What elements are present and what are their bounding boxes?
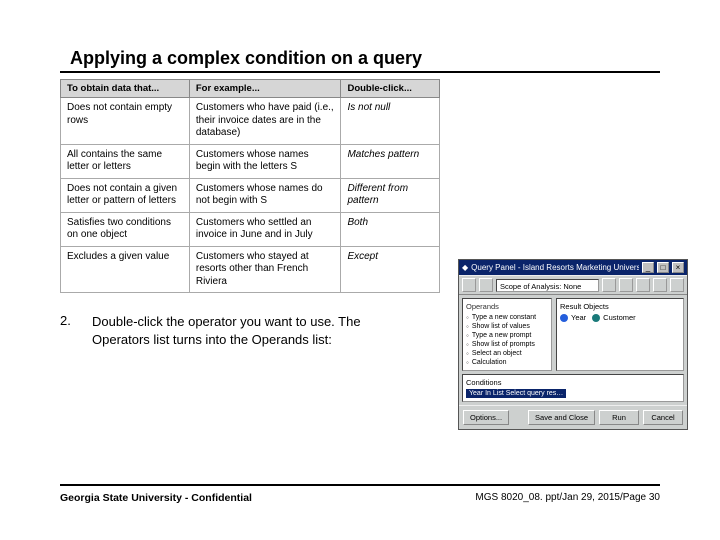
slide-title: Applying a complex condition on a query bbox=[60, 48, 660, 69]
window-title: Query Panel - Island Resorts Marketing U… bbox=[471, 263, 639, 272]
options-button[interactable]: Options... bbox=[463, 410, 509, 425]
close-button[interactable]: × bbox=[672, 262, 684, 273]
object-icon bbox=[592, 314, 600, 322]
toolbar-button[interactable] bbox=[636, 278, 650, 292]
list-item[interactable]: Show list of prompts bbox=[466, 340, 548, 349]
footer-right: MGS 8020_08. ppt/Jan 29, 2015/Page 30 bbox=[475, 492, 660, 504]
app-icon: ◆ bbox=[462, 263, 468, 272]
scope-field[interactable]: Scope of Analysis: None bbox=[496, 279, 599, 292]
conditions-pane: Conditions Year In List Select query res… bbox=[462, 374, 684, 402]
maximize-button[interactable]: □ bbox=[657, 262, 669, 273]
window-titlebar[interactable]: ◆ Query Panel - Island Resorts Marketing… bbox=[459, 260, 687, 275]
list-item[interactable]: Type a new constant bbox=[466, 313, 548, 322]
table-row: Satisfies two conditions on one object C… bbox=[61, 212, 440, 246]
result-pane: Result Objects Year Customer bbox=[556, 298, 684, 371]
conditions-label: Conditions bbox=[466, 378, 680, 387]
list-item[interactable]: Show list of values bbox=[466, 322, 548, 331]
step-2: 2. Double-click the operator you want to… bbox=[60, 313, 440, 348]
col-header-doubleclick: Double-click... bbox=[341, 80, 440, 98]
run-button[interactable]: Run bbox=[599, 410, 639, 425]
table-row: Excludes a given value Customers who sta… bbox=[61, 246, 440, 293]
object-icon bbox=[560, 314, 568, 322]
footer-rule bbox=[60, 484, 660, 486]
table-row: All contains the same letter or letters … bbox=[61, 144, 440, 178]
toolbar-button[interactable] bbox=[653, 278, 667, 292]
result-object[interactable]: Customer bbox=[592, 313, 636, 322]
condition-selected[interactable]: Year In List Select query res… bbox=[466, 389, 566, 398]
result-objects-label: Result Objects bbox=[560, 302, 680, 311]
toolbar: Scope of Analysis: None bbox=[459, 275, 687, 295]
minimize-button[interactable]: _ bbox=[642, 262, 654, 273]
conditions-table: To obtain data that... For example... Do… bbox=[60, 79, 440, 293]
table-row: Does not contain a given letter or patte… bbox=[61, 178, 440, 212]
result-object[interactable]: Year bbox=[560, 313, 586, 322]
query-panel-window: ◆ Query Panel - Island Resorts Marketing… bbox=[458, 259, 688, 430]
col-header-obtain: To obtain data that... bbox=[61, 80, 190, 98]
col-header-example: For example... bbox=[189, 80, 341, 98]
step-text: Double-click the operator you want to us… bbox=[92, 313, 392, 348]
list-item[interactable]: Type a new prompt bbox=[466, 331, 548, 340]
footer-left: Georgia State University - Confidential bbox=[60, 492, 252, 504]
list-item[interactable]: Select an object bbox=[466, 349, 548, 358]
table-row: Does not contain empty rows Customers wh… bbox=[61, 98, 440, 145]
cancel-button[interactable]: Cancel bbox=[643, 410, 683, 425]
save-close-button[interactable]: Save and Close bbox=[528, 410, 595, 425]
toolbar-button[interactable] bbox=[670, 278, 684, 292]
step-number: 2. bbox=[60, 313, 76, 348]
toolbar-button[interactable] bbox=[479, 278, 493, 292]
toolbar-button[interactable] bbox=[462, 278, 476, 292]
title-rule bbox=[60, 71, 660, 73]
toolbar-button[interactable] bbox=[602, 278, 616, 292]
list-item[interactable]: Calculation bbox=[466, 358, 548, 367]
operands-pane: Operands Type a new constant Show list o… bbox=[462, 298, 552, 371]
operands-label: Operands bbox=[466, 302, 548, 311]
toolbar-button[interactable] bbox=[619, 278, 633, 292]
